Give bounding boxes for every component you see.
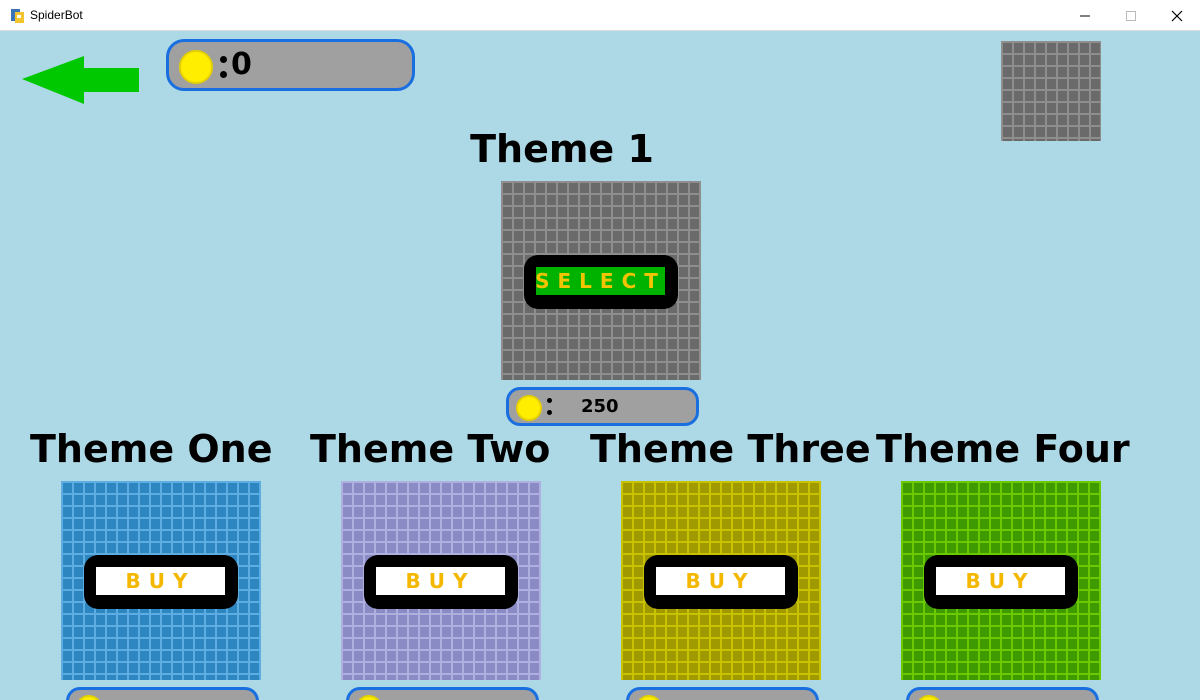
selected-theme-title: Theme 1 bbox=[470, 127, 654, 171]
window-title: SpiderBot bbox=[30, 8, 83, 22]
maximize-button[interactable] bbox=[1108, 0, 1154, 31]
theme-title: Theme Four bbox=[876, 427, 1130, 471]
window-titlebar: SpiderBot bbox=[0, 0, 1200, 31]
theme-price bbox=[66, 687, 259, 700]
buy-button-label: BUY bbox=[96, 567, 225, 595]
coin-counter: 0 bbox=[166, 39, 415, 91]
app-icon bbox=[9, 8, 25, 24]
maximize-icon bbox=[1126, 10, 1136, 21]
select-button-label: SELECT bbox=[535, 267, 666, 295]
close-icon bbox=[1171, 10, 1183, 21]
buy-button[interactable]: BUY bbox=[924, 555, 1078, 609]
price-value: 250 bbox=[581, 396, 619, 417]
coin-icon bbox=[636, 695, 662, 700]
theme-title: Theme Two bbox=[310, 427, 551, 471]
buy-button[interactable]: BUY bbox=[644, 555, 798, 609]
theme-title: Theme Three bbox=[590, 427, 871, 471]
minimize-button[interactable] bbox=[1062, 0, 1108, 31]
current-theme-preview bbox=[1001, 41, 1101, 141]
back-button[interactable] bbox=[22, 56, 140, 106]
theme-price bbox=[346, 687, 539, 700]
buy-button[interactable]: BUY bbox=[84, 555, 238, 609]
close-button[interactable] bbox=[1154, 0, 1200, 31]
buy-button[interactable]: BUY bbox=[364, 555, 518, 609]
coin-count: 0 bbox=[231, 47, 252, 82]
buy-button-label: BUY bbox=[936, 567, 1065, 595]
colon-icon bbox=[220, 56, 227, 63]
select-button[interactable]: SELECT bbox=[524, 255, 678, 309]
coin-icon bbox=[916, 695, 942, 700]
coin-icon bbox=[179, 50, 213, 84]
coin-icon bbox=[76, 695, 102, 700]
buy-button-label: BUY bbox=[376, 567, 505, 595]
coin-icon bbox=[516, 395, 542, 421]
colon-icon bbox=[547, 410, 552, 415]
colon-icon bbox=[547, 398, 552, 403]
selected-theme-price: 250 bbox=[506, 387, 699, 426]
minimize-icon bbox=[1080, 15, 1090, 16]
game-canvas: 0 Theme 1 SELECT 250 Theme One BUY Theme… bbox=[0, 31, 1200, 700]
theme-price bbox=[906, 687, 1099, 700]
back-arrow-icon bbox=[22, 56, 139, 104]
coin-icon bbox=[356, 695, 382, 700]
theme-title: Theme One bbox=[30, 427, 273, 471]
buy-button-label: BUY bbox=[656, 567, 785, 595]
theme-price bbox=[626, 687, 819, 700]
colon-icon bbox=[220, 71, 227, 78]
